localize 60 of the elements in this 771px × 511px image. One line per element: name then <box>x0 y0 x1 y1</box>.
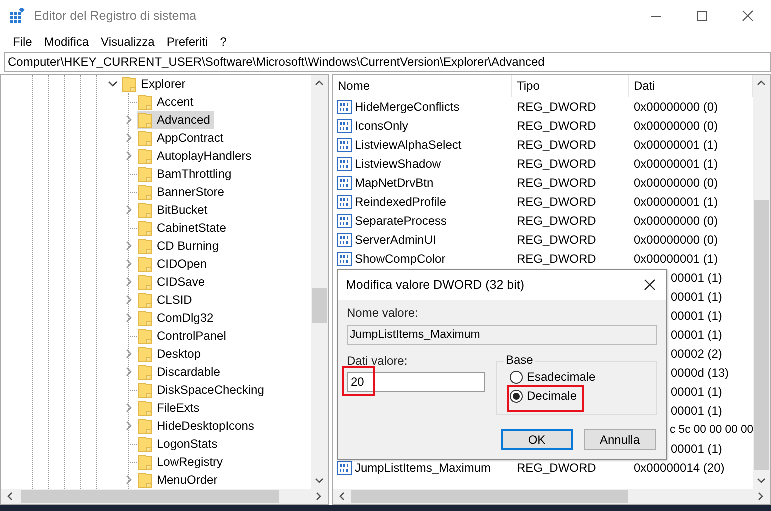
value-name[interactable]: SeparateProcess <box>355 214 448 228</box>
value-name[interactable]: HideMergeConflicts <box>355 100 460 114</box>
value-data: 00002 (2) <box>671 346 722 360</box>
value-data: 0x00000001 (1) <box>633 138 720 152</box>
value-data: 00001 (1) <box>671 290 722 304</box>
value-type: REG_DWORD <box>516 176 598 190</box>
value-data: 00001 (1) <box>671 442 722 456</box>
value-data-field[interactable]: 20 <box>347 372 485 392</box>
value-data: 00001 (1) <box>671 308 722 322</box>
menu-item[interactable]: ? <box>214 35 233 49</box>
value-name-field[interactable]: JumpListItems_Maximum <box>347 325 657 345</box>
value-data: 00001 (1) <box>671 328 722 342</box>
field-label: Dati valore: <box>347 354 409 368</box>
value-type: REG_DWORD <box>516 138 598 152</box>
value-name[interactable]: JumpListItems_Maximum <box>355 460 492 474</box>
value-type: REG_DWORD <box>516 118 598 132</box>
value-data: 00001 (1) <box>671 384 722 398</box>
value-data: 0000d (13) <box>671 366 730 380</box>
value-data: 0x00000000 (0) <box>633 100 720 114</box>
value-data: 00001 (1) <box>671 270 722 284</box>
field-label: Nome valore: <box>347 306 420 320</box>
column-header[interactable]: Nome <box>333 75 512 97</box>
dialog-button[interactable]: Annulla <box>584 429 656 450</box>
radio-option[interactable]: Esadecimale <box>510 370 596 384</box>
value-data: 0x00000001 (1) <box>633 252 720 266</box>
menu-item[interactable]: Preferiti <box>160 35 214 49</box>
value-data: 0x00000001 (1) <box>633 156 720 170</box>
menu-item[interactable]: File <box>7 35 38 49</box>
value-data: 00001 (1) <box>671 404 722 418</box>
value-data: 0x00000000 (0) <box>633 176 720 190</box>
value-type: REG_DWORD <box>516 194 598 208</box>
menu-item[interactable]: Visualizza <box>95 35 161 49</box>
value-name[interactable]: IconsOnly <box>355 118 408 132</box>
value-name[interactable]: ReindexedProfile <box>355 194 446 208</box>
window-title: Editor del Registro di sistema <box>34 9 197 23</box>
address-bar[interactable]: Computer\HKEY_CURRENT_USER\Software\Microsoft\Windows\CurrentVersion\Explorer\Advanced <box>4 52 771 72</box>
value-data: 0x00000000 (0) <box>633 232 720 246</box>
value-data: 0x00000000 (0) <box>633 214 720 228</box>
value-name[interactable]: ServerAdminUI <box>355 232 436 246</box>
value-type: REG_DWORD <box>516 156 598 170</box>
column-header[interactable]: Tipo <box>512 75 629 97</box>
value-type: REG_DWORD <box>516 232 598 246</box>
tree-item[interactable]: Advanced <box>137 111 214 129</box>
value-name[interactable]: ListviewShadow <box>355 156 442 170</box>
value-data: 0x00000014 (20) <box>633 460 726 474</box>
value-type: REG_DWORD <box>516 214 598 228</box>
dialog-title: Modifica valore DWORD (32 bit) <box>346 278 525 292</box>
radio-option[interactable]: Decimale <box>510 389 578 403</box>
menu-item[interactable]: Modifica <box>38 35 96 49</box>
value-name[interactable]: ShowCompColor <box>355 252 446 266</box>
value-name[interactable]: ListviewAlphaSelect <box>355 138 462 152</box>
value-data: c 5c 00 00 00 00 <box>670 424 753 436</box>
value-data: 0x00000000 (0) <box>633 118 720 132</box>
dialog-button[interactable]: OK <box>501 429 573 450</box>
value-data: 0x00000001 (1) <box>633 194 720 208</box>
value-type: REG_DWORD <box>516 460 598 474</box>
value-name[interactable]: MapNetDrvBtn <box>355 176 434 190</box>
group-label: Base <box>504 353 536 367</box>
value-type: REG_DWORD <box>516 100 598 114</box>
value-type: REG_DWORD <box>516 252 598 266</box>
